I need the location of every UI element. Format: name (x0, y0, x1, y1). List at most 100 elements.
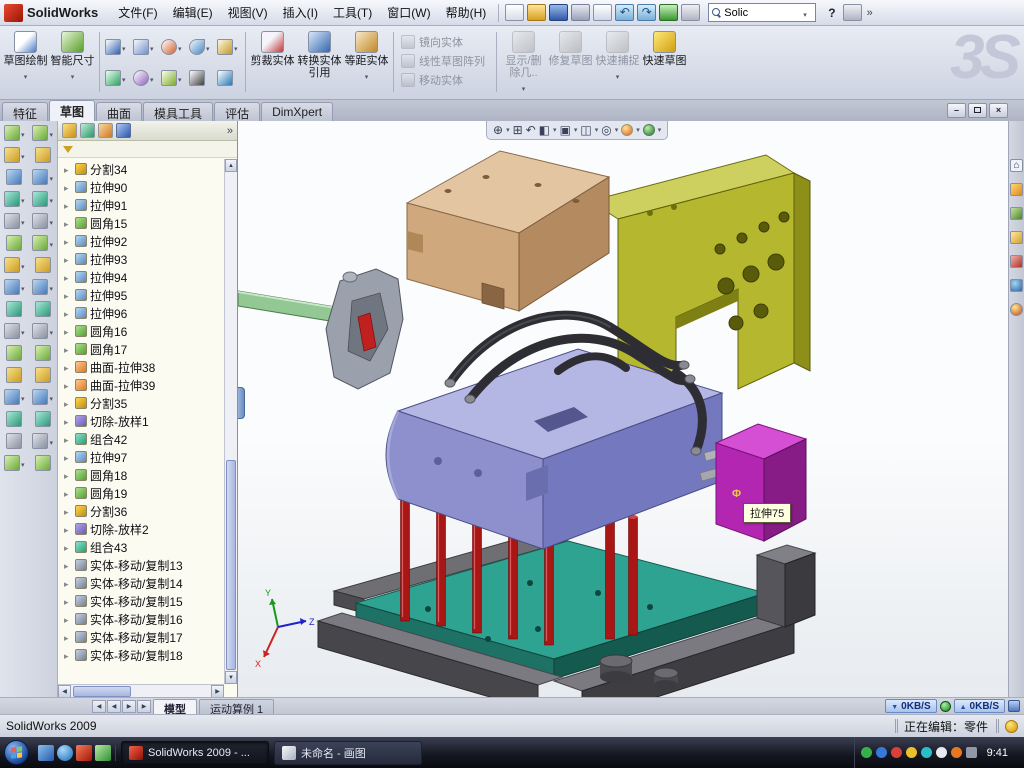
tree-item[interactable]: 实体-移动/复制16 (58, 610, 224, 628)
previous-view-icon[interactable] (526, 122, 536, 139)
expander-icon[interactable] (64, 252, 72, 266)
tree-item[interactable]: 实体-移动/复制18 (58, 646, 224, 664)
spline-tool-button[interactable] (103, 63, 130, 93)
feature-manager-icon[interactable] (62, 123, 77, 138)
net-monitor-icon[interactable] (1008, 700, 1020, 712)
tab-motion-study[interactable]: 运动算例 1 (199, 699, 274, 714)
search-icon[interactable] (1010, 255, 1023, 268)
line-button[interactable] (32, 169, 53, 185)
shell-button[interactable] (6, 367, 22, 383)
expander-icon[interactable] (64, 288, 72, 302)
menu-file[interactable]: 文件(F) (111, 0, 164, 25)
appearances-icon[interactable] (1010, 303, 1023, 316)
tree-item[interactable]: 实体-移动/复制17 (58, 628, 224, 646)
first-tab-button[interactable] (92, 700, 106, 713)
offset-entities-button[interactable] (32, 389, 53, 405)
expander-icon[interactable] (64, 540, 72, 554)
convert-entities-button[interactable]: 转换实体引用 (296, 28, 343, 96)
polygon-tool-button[interactable] (215, 32, 242, 62)
previous-tab-button[interactable] (107, 700, 121, 713)
trim-entities-button[interactable] (35, 345, 51, 361)
dropdown-arrow-icon[interactable] (24, 68, 28, 82)
tree-item[interactable]: 切除-放样2 (58, 520, 224, 538)
dropdown-arrow-icon[interactable] (553, 126, 557, 134)
dropdown-arrow-icon[interactable] (21, 214, 25, 228)
dropdown-arrow-icon[interactable] (150, 71, 154, 85)
dimxpert-manager-icon[interactable] (116, 123, 131, 138)
save-icon[interactable] (549, 4, 568, 21)
configuration-manager-icon[interactable] (98, 123, 113, 138)
expander-icon[interactable] (64, 414, 72, 428)
hole-wizard-button[interactable] (6, 235, 22, 251)
menu-view[interactable]: 视图(V) (221, 0, 275, 25)
print-icon[interactable] (571, 4, 590, 21)
tree-item[interactable]: 拉伸96 (58, 304, 224, 322)
solidworks-resources-icon[interactable] (1010, 183, 1023, 196)
gear-icon[interactable] (843, 4, 862, 21)
expander-icon[interactable] (64, 162, 72, 176)
redo-icon[interactable] (637, 4, 656, 21)
tree-item[interactable]: 实体-移动/复制13 (58, 556, 224, 574)
dropdown-arrow-icon[interactable] (21, 192, 25, 206)
dropdown-arrow-icon[interactable] (150, 40, 154, 54)
start-button[interactable] (4, 740, 29, 765)
scroll-right-button[interactable] (211, 685, 224, 698)
antivirus-icon[interactable] (861, 747, 872, 758)
dropdown-arrow-icon[interactable] (49, 236, 53, 250)
expander-icon[interactable] (64, 270, 72, 284)
expander-icon[interactable] (64, 378, 72, 392)
mirror-button[interactable] (6, 433, 22, 449)
tree-item[interactable]: 实体-移动/复制15 (58, 592, 224, 610)
circle-tool-button[interactable] (159, 32, 186, 62)
smart-dimension-button[interactable]: 智能尺寸 (49, 28, 96, 96)
undo-icon[interactable] (615, 4, 634, 21)
tree-item[interactable]: 分割36 (58, 502, 224, 520)
move-entities-button[interactable] (35, 455, 51, 471)
dropdown-arrow-icon[interactable] (178, 40, 182, 54)
arc-button[interactable] (32, 235, 53, 251)
input-method-icon[interactable] (936, 747, 947, 758)
expander-icon[interactable] (64, 468, 72, 482)
offset-entities-button[interactable]: 等距实体 (343, 28, 390, 96)
sketch-fillet-button[interactable] (32, 323, 53, 339)
dropdown-arrow-icon[interactable] (49, 280, 53, 294)
design-library-icon[interactable] (1010, 207, 1023, 220)
dropdown-arrow-icon[interactable] (636, 126, 640, 134)
dropdown-arrow-icon[interactable] (616, 68, 620, 82)
dropdown-arrow-icon[interactable] (49, 126, 53, 140)
rebuild-icon[interactable] (659, 4, 678, 21)
move-entities-button[interactable]: 移动实体 (401, 72, 489, 88)
internet-explorer-icon[interactable] (57, 745, 73, 761)
dropdown-arrow-icon[interactable] (122, 40, 126, 54)
solidworks-icon[interactable] (76, 745, 92, 761)
tab-surfaces[interactable]: 曲面 (96, 102, 142, 121)
section-view-icon[interactable] (539, 122, 550, 139)
tree-item[interactable]: 曲面-拉伸38 (58, 358, 224, 376)
tree-item[interactable]: 拉伸94 (58, 268, 224, 286)
dropdown-arrow-icon[interactable] (21, 390, 25, 404)
smart-dimension-button[interactable] (35, 147, 51, 163)
dropdown-arrow-icon[interactable] (122, 71, 126, 85)
extruded-cut-button[interactable] (4, 213, 25, 229)
rectangle-tool-button[interactable] (131, 32, 158, 62)
display-style-icon[interactable] (580, 122, 591, 139)
dropdown-arrow-icon[interactable] (615, 126, 619, 134)
tree-item[interactable]: 曲面-拉伸39 (58, 376, 224, 394)
close-button[interactable] (989, 103, 1008, 118)
minimize-button[interactable] (947, 103, 966, 118)
polygon-button[interactable] (35, 257, 51, 273)
magenta-block[interactable]: Φ (716, 424, 806, 541)
menu-window[interactable]: 窗口(W) (380, 0, 437, 25)
search-input[interactable] (724, 7, 800, 19)
lofted-boss-button[interactable] (4, 191, 25, 207)
repair-sketch-button[interactable]: 修复草图 (547, 28, 594, 96)
dropdown-arrow-icon[interactable] (21, 258, 25, 272)
dropdown-arrow-icon[interactable] (71, 68, 75, 82)
dropdown-arrow-icon[interactable] (49, 434, 53, 448)
expander-icon[interactable] (64, 360, 72, 374)
tree-item[interactable]: 圆角16 (58, 322, 224, 340)
reference-geometry-button[interactable] (4, 455, 25, 471)
linear-sketch-pattern-button[interactable]: 线性草图阵列 (401, 53, 489, 69)
tree-item[interactable]: 拉伸95 (58, 286, 224, 304)
messenger-icon[interactable] (876, 747, 887, 758)
